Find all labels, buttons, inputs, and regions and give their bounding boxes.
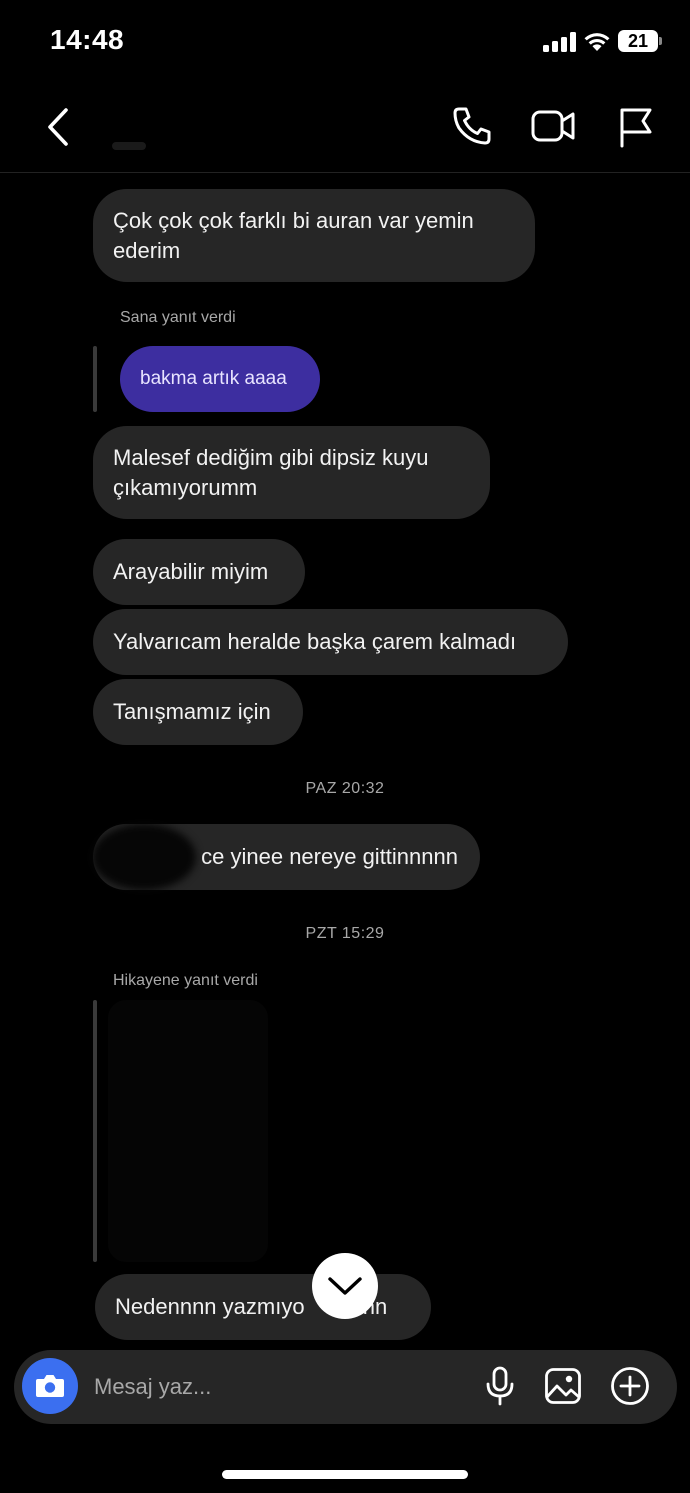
battery-level: 21: [627, 31, 649, 51]
message-text: Çok çok çok farklı bi auran var yemin ed…: [113, 207, 474, 263]
story-thumbnail[interactable]: [108, 1000, 268, 1262]
timestamp-divider: PAZ 20:32: [305, 780, 385, 797]
timestamp-divider: PZT 15:29: [305, 925, 385, 942]
message-bubble[interactable]: Çok çok çok farklı bi auran var yemin ed…: [93, 189, 535, 282]
back-arrow-icon[interactable]: [40, 106, 80, 148]
message-text: Arayabilir miyim: [113, 559, 269, 584]
reply-bar: [93, 346, 97, 412]
gallery-icon[interactable]: [544, 1367, 582, 1405]
reply-label: Sana yanıt verdi: [120, 309, 236, 326]
message-bubble[interactable]: Tanışmamız için: [93, 679, 303, 745]
video-camera-icon[interactable]: [530, 106, 576, 146]
message-text: Nedennnn yazmıyo: [115, 1294, 305, 1319]
phone-call-icon[interactable]: [450, 104, 494, 148]
reply-bar: [93, 1000, 97, 1262]
message-text: Yalvarıcam heralde başka çarem kalmadı: [113, 629, 517, 654]
camera-icon: [36, 1375, 64, 1397]
dm-screen: 14:48 21 Çok çok çok farklı bi auran var…: [0, 0, 690, 1493]
message-bubble[interactable]: Malesef dediğim gibi dipsiz kuyu çıkamıy…: [93, 426, 490, 519]
message-text: Malesef dediğim gibi dipsiz kuyu çıkamıy…: [113, 444, 429, 500]
signal-icon: [543, 32, 576, 52]
message-text: Tanışmamız için: [113, 699, 271, 724]
story-reply-label: Hikayene yanıt verdi: [113, 972, 258, 989]
camera-button[interactable]: [22, 1358, 78, 1414]
battery-icon: 21: [618, 30, 662, 52]
flag-icon[interactable]: [616, 104, 656, 148]
message-bubble[interactable]: Yalvarıcam heralde başka çarem kalmadı: [93, 609, 568, 675]
status-time: 14:48: [50, 24, 125, 55]
quoted-message[interactable]: bakma artık aaaa: [120, 346, 320, 412]
message-bubble[interactable]: Nedennnn yazmıyo nnn: [95, 1274, 431, 1340]
redaction-blob: [92, 824, 196, 890]
wifi-icon: [584, 33, 610, 51]
scroll-to-bottom-button[interactable]: [312, 1253, 378, 1319]
home-indicator: [222, 1470, 468, 1479]
quoted-text: bakma artık aaaa: [140, 368, 287, 389]
header-remnant: [112, 142, 146, 150]
plus-circle-icon[interactable]: [610, 1366, 650, 1406]
header-divider: [0, 172, 690, 173]
microphone-icon[interactable]: [484, 1366, 516, 1406]
chevron-down-icon: [328, 1277, 362, 1295]
message-text: ce yinee nereye gittinnnnn: [201, 844, 458, 869]
message-bubble[interactable]: Arayabilir miyim: [93, 539, 305, 605]
message-input[interactable]: [94, 1370, 454, 1404]
